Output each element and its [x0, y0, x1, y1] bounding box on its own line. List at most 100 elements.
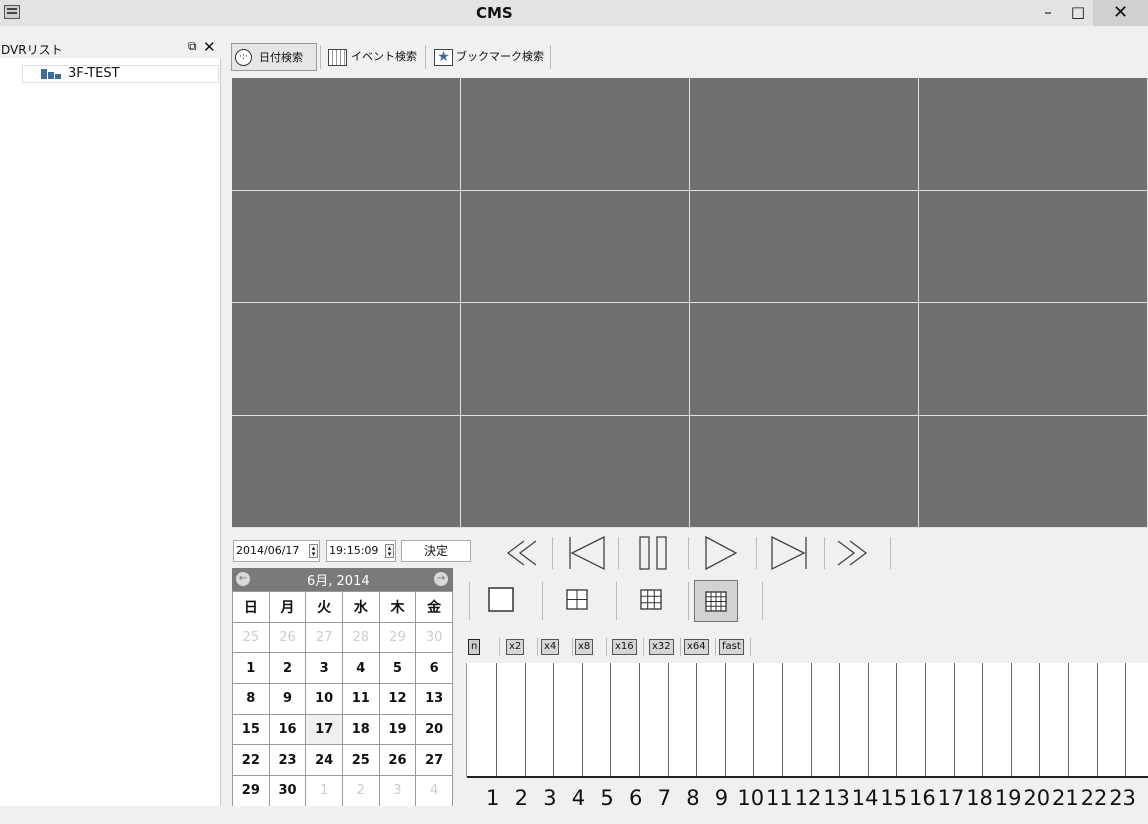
- speed-label: x4: [541, 639, 560, 655]
- calendar-day[interactable]: 25: [232, 621, 270, 654]
- video-tile[interactable]: [232, 190, 461, 303]
- calendar-day[interactable]: 27: [415, 744, 453, 777]
- video-tile[interactable]: [461, 415, 690, 528]
- calendar-week-row: 29 30 1 2 3 4: [232, 775, 453, 807]
- video-tile[interactable]: [232, 78, 461, 191]
- calendar-day[interactable]: 25: [341, 744, 380, 777]
- calendar-day[interactable]: 13: [415, 683, 453, 715]
- calendar-day[interactable]: 2: [341, 775, 380, 807]
- maximize-button[interactable]: □: [1063, 0, 1093, 26]
- close-panel-icon[interactable]: ✕: [203, 38, 216, 56]
- timeline-hour-line: [867, 663, 869, 776]
- rewind-button[interactable]: [494, 533, 544, 573]
- time-value: 19:15:09: [329, 544, 379, 557]
- calendar-day[interactable]: 30: [415, 621, 453, 654]
- time-field[interactable]: 19:15:09 ▴ ▾: [326, 540, 396, 562]
- video-tile[interactable]: [690, 190, 919, 303]
- sixteen-view-icon: [705, 591, 727, 612]
- layout-divider: [542, 582, 543, 620]
- prev-month-icon[interactable]: ←: [236, 572, 250, 586]
- layout-16-button[interactable]: [694, 580, 738, 622]
- calendar-week-row: 22 23 24 25 26 27: [232, 744, 453, 777]
- calendar-month-label[interactable]: 6月, 2014: [307, 570, 370, 589]
- calendar-day[interactable]: 15: [232, 713, 270, 746]
- calendar-day[interactable]: 4: [341, 652, 380, 685]
- skip-back-icon: [569, 535, 605, 571]
- calendar-day[interactable]: 19: [378, 713, 417, 746]
- calendar-day[interactable]: 1: [305, 775, 343, 807]
- layout-9-button[interactable]: [632, 580, 672, 620]
- video-tile[interactable]: [461, 303, 690, 416]
- calendar-day[interactable]: 30: [268, 775, 307, 807]
- video-tile[interactable]: [232, 415, 461, 528]
- calendar-day[interactable]: 20: [415, 713, 453, 746]
- calendar-day[interactable]: 1: [232, 652, 270, 685]
- calendar-day[interactable]: 16: [268, 713, 307, 746]
- speed-label: x2: [506, 639, 525, 655]
- playback-divider: [618, 537, 619, 569]
- search-toolbar: ·:· 日付検索 イベント検索 ★ ブックマーク検索: [231, 43, 1148, 71]
- calendar-day[interactable]: 18: [341, 713, 380, 746]
- video-tile[interactable]: [232, 303, 461, 416]
- calendar-day[interactable]: 12: [378, 683, 417, 715]
- speed-divider: [715, 638, 716, 656]
- bookmark-search-button[interactable]: ★ ブックマーク検索: [430, 43, 550, 71]
- skip-forward-button[interactable]: [770, 533, 820, 573]
- timeline[interactable]: [466, 663, 1148, 778]
- calendar-day[interactable]: 27: [305, 621, 343, 654]
- calendar-day[interactable]: 23: [268, 744, 307, 777]
- layout-divider: [616, 582, 617, 620]
- calendar-day[interactable]: 26: [378, 744, 417, 777]
- dvr-list-item[interactable]: 3F-TEST: [22, 65, 219, 83]
- calendar-day[interactable]: 3: [305, 652, 343, 685]
- calendar-day[interactable]: 3: [378, 775, 417, 807]
- layout-4-button[interactable]: [558, 580, 598, 620]
- time-spinner[interactable]: ▴ ▾: [385, 544, 394, 558]
- video-tile[interactable]: [919, 415, 1148, 528]
- next-month-icon[interactable]: →: [434, 572, 448, 586]
- skip-back-button[interactable]: [562, 533, 612, 573]
- calendar-day[interactable]: 9: [268, 683, 307, 715]
- video-tile[interactable]: [690, 303, 919, 416]
- date-search-button[interactable]: ·:· 日付検索: [231, 43, 317, 71]
- video-tile[interactable]: [919, 303, 1148, 416]
- video-tile[interactable]: [461, 78, 690, 191]
- calendar-day[interactable]: 2: [268, 652, 307, 685]
- calendar-day[interactable]: 17: [305, 713, 343, 746]
- calendar-day[interactable]: 11: [341, 683, 380, 715]
- date-field[interactable]: 2014/06/17 ▴ ▾: [233, 540, 320, 562]
- weekday-header: 火: [305, 591, 343, 623]
- calendar-day[interactable]: 29: [232, 775, 270, 807]
- layout-1-button[interactable]: [482, 580, 522, 620]
- date-spinner[interactable]: ▴ ▾: [309, 544, 318, 558]
- calendar-day[interactable]: 4: [415, 775, 453, 807]
- calendar-day[interactable]: 5: [378, 652, 417, 685]
- pause-button[interactable]: [630, 533, 680, 573]
- timeline-hour-line: [1125, 663, 1127, 776]
- video-tile[interactable]: [919, 190, 1148, 303]
- calendar-grid: 日月火水木金 25 26 27 28 29 30 1 2 3 4 5 6 8 9 10 11 12 13 15 16 17…: [232, 591, 453, 807]
- playback-divider: [756, 537, 757, 569]
- layout-selector: [466, 580, 1148, 626]
- calendar-day[interactable]: 29: [378, 621, 417, 654]
- calendar-day[interactable]: 26: [268, 621, 307, 654]
- fast-forward-button[interactable]: [836, 533, 886, 573]
- video-tile[interactable]: [690, 78, 919, 191]
- calendar-day[interactable]: 24: [305, 744, 343, 777]
- close-button[interactable]: ✕: [1093, 0, 1148, 26]
- calendar-day[interactable]: 22: [232, 744, 270, 777]
- play-button[interactable]: [702, 533, 752, 573]
- minimize-button[interactable]: –: [1033, 0, 1063, 26]
- calendar-day[interactable]: 8: [232, 683, 270, 715]
- event-search-button[interactable]: イベント検索: [323, 43, 423, 71]
- float-panel-icon[interactable]: ⧉: [188, 39, 197, 54]
- video-tile[interactable]: [919, 78, 1148, 191]
- calendar-day[interactable]: 28: [341, 621, 380, 654]
- calendar-day[interactable]: 6: [415, 652, 453, 685]
- video-tile[interactable]: [461, 190, 690, 303]
- speed-selector: n x2 x4 x8 x16 x32 x64 fast: [466, 636, 966, 658]
- apply-button[interactable]: 決定: [401, 540, 471, 562]
- speed-label: n: [468, 639, 481, 655]
- calendar-day[interactable]: 10: [305, 683, 343, 715]
- video-tile[interactable]: [690, 415, 919, 528]
